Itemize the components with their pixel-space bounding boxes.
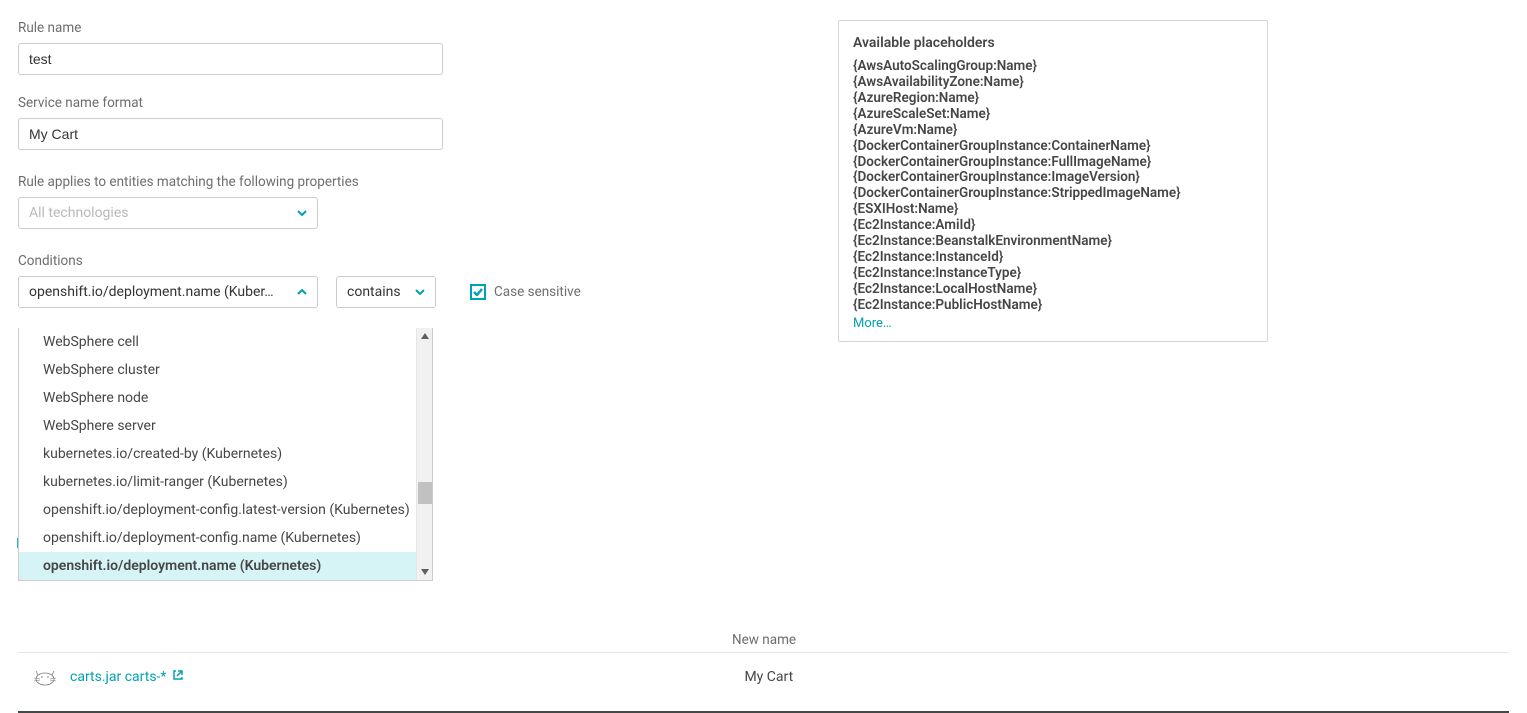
external-link-icon bbox=[172, 669, 184, 685]
placeholder-item: {AzureRegion:Name} bbox=[853, 91, 1253, 107]
placeholder-item: {DockerContainerGroupInstance:FullImageN… bbox=[853, 155, 1253, 171]
placeholder-item: {Ec2Instance:InstanceId} bbox=[853, 250, 1253, 266]
scroll-down-arrow-icon[interactable] bbox=[417, 564, 432, 580]
dropdown-item[interactable]: kubernetes.io/limit-ranger (Kubernetes) bbox=[19, 468, 416, 496]
placeholders-title: Available placeholders bbox=[853, 35, 1253, 51]
dropdown-item[interactable]: WebSphere cluster bbox=[19, 356, 416, 384]
technologies-placeholder: All technologies bbox=[29, 205, 128, 221]
chevron-down-icon bbox=[415, 287, 425, 297]
placeholder-item: {AzureScaleSet:Name} bbox=[853, 107, 1253, 123]
rule-applies-label: Rule applies to entities matching the fo… bbox=[18, 174, 838, 190]
chevron-up-icon bbox=[297, 287, 307, 297]
placeholder-item: {AwsAvailabilityZone:Name} bbox=[853, 75, 1253, 91]
dropdown-item[interactable]: WebSphere cell bbox=[19, 328, 416, 356]
placeholder-item: {Ec2Instance:InstanceType} bbox=[853, 266, 1253, 282]
condition-property-dropdown: WebSphere cellWebSphere clusterWebSphere… bbox=[18, 328, 433, 581]
case-sensitive-label: Case sensitive bbox=[494, 284, 581, 300]
dropdown-item[interactable]: openshift.io/deployment-config.name (Kub… bbox=[19, 524, 416, 552]
service-name-format-label: Service name format bbox=[18, 95, 838, 111]
scroll-thumb[interactable] bbox=[418, 482, 432, 504]
tomcat-icon bbox=[32, 667, 58, 687]
condition-operator-value: contains bbox=[347, 284, 401, 300]
placeholders-panel: Available placeholders {AwsAutoScalingGr… bbox=[838, 20, 1268, 342]
placeholder-item: {Ec2Instance:LocalHostName} bbox=[853, 282, 1253, 298]
placeholder-item: {DockerContainerGroupInstance:ImageVersi… bbox=[853, 170, 1253, 186]
rule-name-input[interactable] bbox=[18, 43, 443, 75]
condition-property-value: openshift.io/deployment.name (Kuber… bbox=[29, 284, 274, 300]
scroll-up-arrow-icon[interactable] bbox=[417, 328, 432, 344]
placeholder-item: {Ec2Instance:BeanstalkEnvironmentName} bbox=[853, 234, 1253, 250]
technologies-select[interactable]: All technologies bbox=[18, 197, 318, 229]
preview-entity-text: carts.jar carts-* bbox=[70, 669, 166, 685]
placeholder-item: {DockerContainerGroupInstance:ContainerN… bbox=[853, 139, 1253, 155]
condition-property-select[interactable]: openshift.io/deployment.name (Kuber… bbox=[18, 276, 318, 308]
chevron-down-icon bbox=[297, 208, 307, 218]
new-name-value: My Cart bbox=[744, 669, 793, 685]
placeholder-item: {AzureVm:Name} bbox=[853, 123, 1253, 139]
placeholder-item: {AwsAutoScalingGroup:Name} bbox=[853, 59, 1253, 75]
placeholder-item: {DockerContainerGroupInstance:StrippedIm… bbox=[853, 186, 1253, 202]
placeholder-item: {Ec2Instance:PublicHostName} bbox=[853, 298, 1253, 314]
dropdown-item[interactable]: kubernetes.io/created-by (Kubernetes) bbox=[19, 440, 416, 468]
preview-entity-link[interactable]: carts.jar carts-* bbox=[70, 669, 184, 685]
rule-name-label: Rule name bbox=[18, 20, 838, 36]
dropdown-item[interactable]: WebSphere node bbox=[19, 384, 416, 412]
new-name-header: New name bbox=[732, 632, 796, 648]
dropdown-item[interactable]: WebSphere server bbox=[19, 412, 416, 440]
placeholder-item: {ESXIHost:Name} bbox=[853, 202, 1253, 218]
case-sensitive-checkbox[interactable] bbox=[470, 284, 486, 300]
more-link[interactable]: More… bbox=[853, 316, 892, 331]
dropdown-item[interactable]: openshift.io/deployment-config.latest-ve… bbox=[19, 496, 416, 524]
service-name-format-input[interactable] bbox=[18, 118, 443, 150]
condition-operator-select[interactable]: contains bbox=[336, 276, 436, 308]
placeholder-item: {Ec2Instance:AmiId} bbox=[853, 218, 1253, 234]
conditions-label: Conditions bbox=[18, 253, 838, 269]
dropdown-item[interactable]: openshift.io/deployment.name (Kubernetes… bbox=[19, 552, 416, 580]
scrollbar[interactable] bbox=[416, 328, 432, 580]
